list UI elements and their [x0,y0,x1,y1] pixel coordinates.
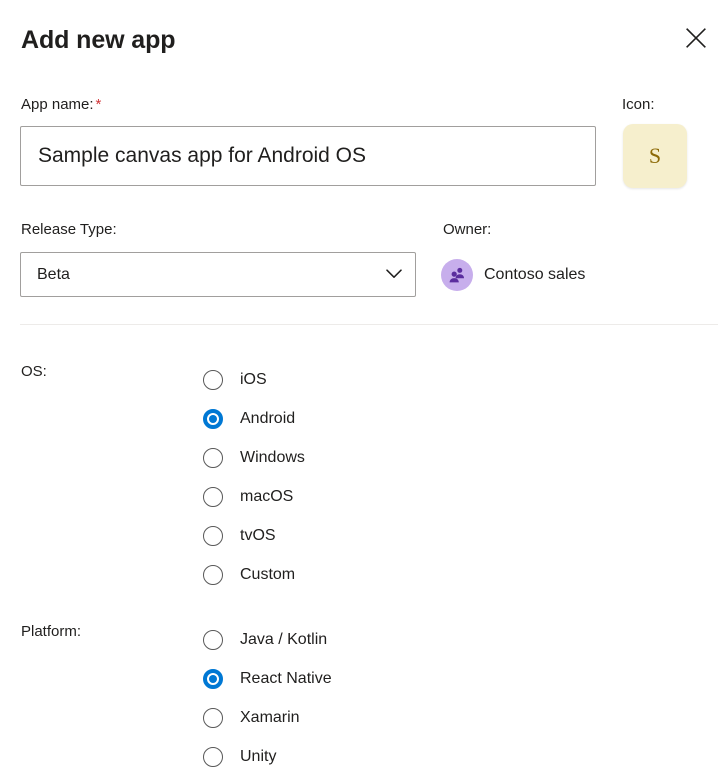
radio-label-windows: Windows [240,448,305,466]
radio-mark-tvos [203,525,223,546]
release-type-field: Beta [20,252,416,297]
section-divider [20,324,718,325]
radio-mark-android [203,408,223,429]
release-type-select[interactable]: Beta [20,252,416,297]
release-type-label: Release Type: [21,221,117,238]
page-title: Add new app [21,26,176,54]
radio-label-macos: macOS [240,487,294,505]
panel-header: Add new app [0,0,720,80]
app-name-label: App name: * [21,95,101,115]
radio-option-xamarin[interactable]: Xamarin [203,698,332,737]
radio-option-android[interactable]: Android [203,399,305,438]
radio-option-java-kotlin[interactable]: Java / Kotlin [203,620,332,659]
app-icon-letter: S [648,143,662,168]
owner-label: Owner: [443,221,492,238]
radio-mark-windows [203,447,223,468]
app-icon-tile[interactable]: S [623,124,687,188]
radio-option-windows[interactable]: Windows [203,438,305,477]
radio-mark-ios [203,369,223,390]
radio-label-ios: iOS [240,370,267,388]
close-icon [685,27,707,49]
radio-option-macos[interactable]: macOS [203,477,305,516]
os-radio-group: iOS Android Windows macOS tvOS Custom [203,360,305,594]
radio-label-java-kotlin: Java / Kotlin [240,630,328,648]
people-group-icon [441,259,473,291]
radio-mark-java-kotlin [203,629,223,650]
radio-mark-react-native [203,668,223,689]
radio-label-tvos: tvOS [240,526,276,544]
add-new-app-panel: Add new app App name:* Icon: S Release T… [0,0,720,773]
platform-radio-group: Java / Kotlin React Native Xamarin Unity [203,620,332,776]
radio-option-custom[interactable]: Custom [203,555,305,594]
radio-option-unity[interactable]: Unity [203,737,332,776]
radio-option-tvos[interactable]: tvOS [203,516,305,555]
radio-mark-custom [203,564,223,585]
close-button[interactable] [679,21,713,55]
radio-label-unity: Unity [240,747,277,765]
radio-mark-macos [203,486,223,507]
owner-name: Contoso sales [484,266,586,283]
radio-option-react-native[interactable]: React Native [203,659,332,698]
radio-label-xamarin: Xamarin [240,708,300,726]
radio-label-custom: Custom [240,565,296,583]
required-asterisk: * [95,96,102,113]
app-name-label-text: App name: [21,96,94,113]
app-name-input[interactable] [20,126,596,186]
radio-label-android: Android [240,409,296,427]
owner-chip[interactable]: Contoso sales [441,258,585,292]
radio-label-react-native: React Native [240,669,332,687]
platform-group-label: Platform: [21,623,82,640]
radio-mark-xamarin [203,707,223,728]
os-group-label: OS: [21,363,47,380]
radio-option-ios[interactable]: iOS [203,360,305,399]
radio-mark-unity [203,746,223,767]
icon-label: Icon: [622,96,655,113]
